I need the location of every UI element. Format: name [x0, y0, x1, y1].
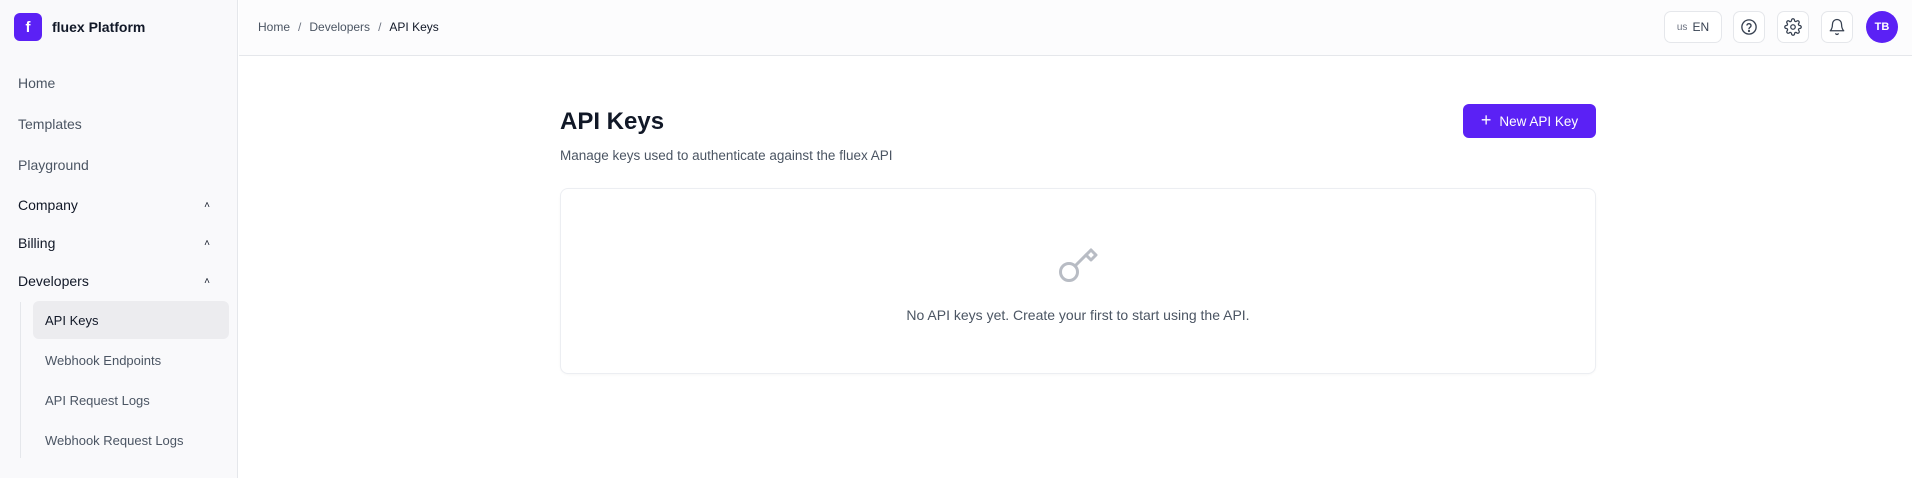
plus-icon: +: [1480, 110, 1492, 130]
sidebar-item-webhook-request-logs[interactable]: Webhook Request Logs: [33, 421, 229, 459]
sidebar-group-label: Developers: [18, 273, 89, 289]
empty-state-message: No API keys yet. Create your first to st…: [906, 307, 1250, 323]
settings-button[interactable]: [1777, 11, 1809, 43]
notifications-button[interactable]: [1821, 11, 1853, 43]
gear-icon: [1784, 18, 1802, 36]
sidebar-item-api-request-logs[interactable]: API Request Logs: [33, 381, 229, 419]
breadcrumb-separator: /: [378, 20, 382, 34]
page-subtitle: Manage keys used to authenticate against…: [560, 148, 893, 163]
breadcrumb-home[interactable]: Home: [258, 20, 290, 34]
topbar: Home / Developers / API Keys us EN TB: [239, 0, 1912, 56]
language-selector[interactable]: us EN: [1664, 11, 1722, 43]
subnav-guide-line: [20, 302, 21, 458]
sidebar-item-webhook-endpoints[interactable]: Webhook Endpoints: [33, 341, 229, 379]
bell-icon: [1829, 18, 1845, 36]
sidebar-item-templates[interactable]: Templates: [18, 116, 218, 132]
new-api-key-button[interactable]: + New API Key: [1463, 104, 1596, 138]
sidebar-group-label: Company: [18, 197, 78, 213]
new-api-key-label: New API Key: [1499, 113, 1579, 129]
sidebar-item-label: API Request Logs: [45, 392, 150, 408]
avatar[interactable]: TB: [1866, 11, 1898, 43]
breadcrumb-current: API Keys: [389, 20, 439, 34]
sidebar-item-label: Webhook Endpoints: [45, 352, 162, 368]
sidebar-item-label: Playground: [18, 157, 89, 173]
breadcrumb-developers[interactable]: Developers: [309, 20, 370, 34]
brand-logo: f: [14, 13, 42, 41]
sidebar-group-company[interactable]: Company ˄: [18, 197, 218, 213]
breadcrumb: Home / Developers / API Keys: [258, 20, 439, 34]
help-button[interactable]: [1733, 11, 1765, 43]
sidebar-item-label: API Keys: [45, 312, 99, 328]
language-code: EN: [1692, 20, 1710, 34]
flag-icon: us: [1676, 21, 1688, 33]
sidebar-item-home[interactable]: Home: [18, 75, 218, 91]
chevron-up-icon: ˄: [204, 275, 210, 287]
sidebar-group-billing[interactable]: Billing ˄: [18, 235, 218, 251]
sidebar-item-label: Webhook Request Logs: [45, 432, 184, 448]
brand[interactable]: f fluex Platform: [14, 13, 145, 41]
sidebar-item-playground[interactable]: Playground: [18, 157, 218, 173]
chevron-down-icon: ˄: [204, 199, 210, 211]
sidebar: f fluex Platform Home Templates Playgrou…: [0, 0, 238, 478]
brand-name: fluex Platform: [52, 19, 146, 35]
sidebar-group-developers[interactable]: Developers ˄: [18, 273, 218, 289]
key-icon: [1059, 248, 1098, 282]
chevron-down-icon: ˄: [204, 237, 210, 249]
breadcrumb-separator: /: [298, 20, 302, 34]
sidebar-item-api-keys[interactable]: API Keys: [33, 301, 229, 339]
page-title: API Keys: [560, 108, 665, 135]
sidebar-item-label: Home: [18, 75, 56, 91]
help-icon: [1741, 19, 1757, 35]
empty-state-card: No API keys yet. Create your first to st…: [560, 188, 1596, 374]
sidebar-group-label: Billing: [18, 235, 56, 251]
sidebar-item-label: Templates: [18, 116, 82, 132]
